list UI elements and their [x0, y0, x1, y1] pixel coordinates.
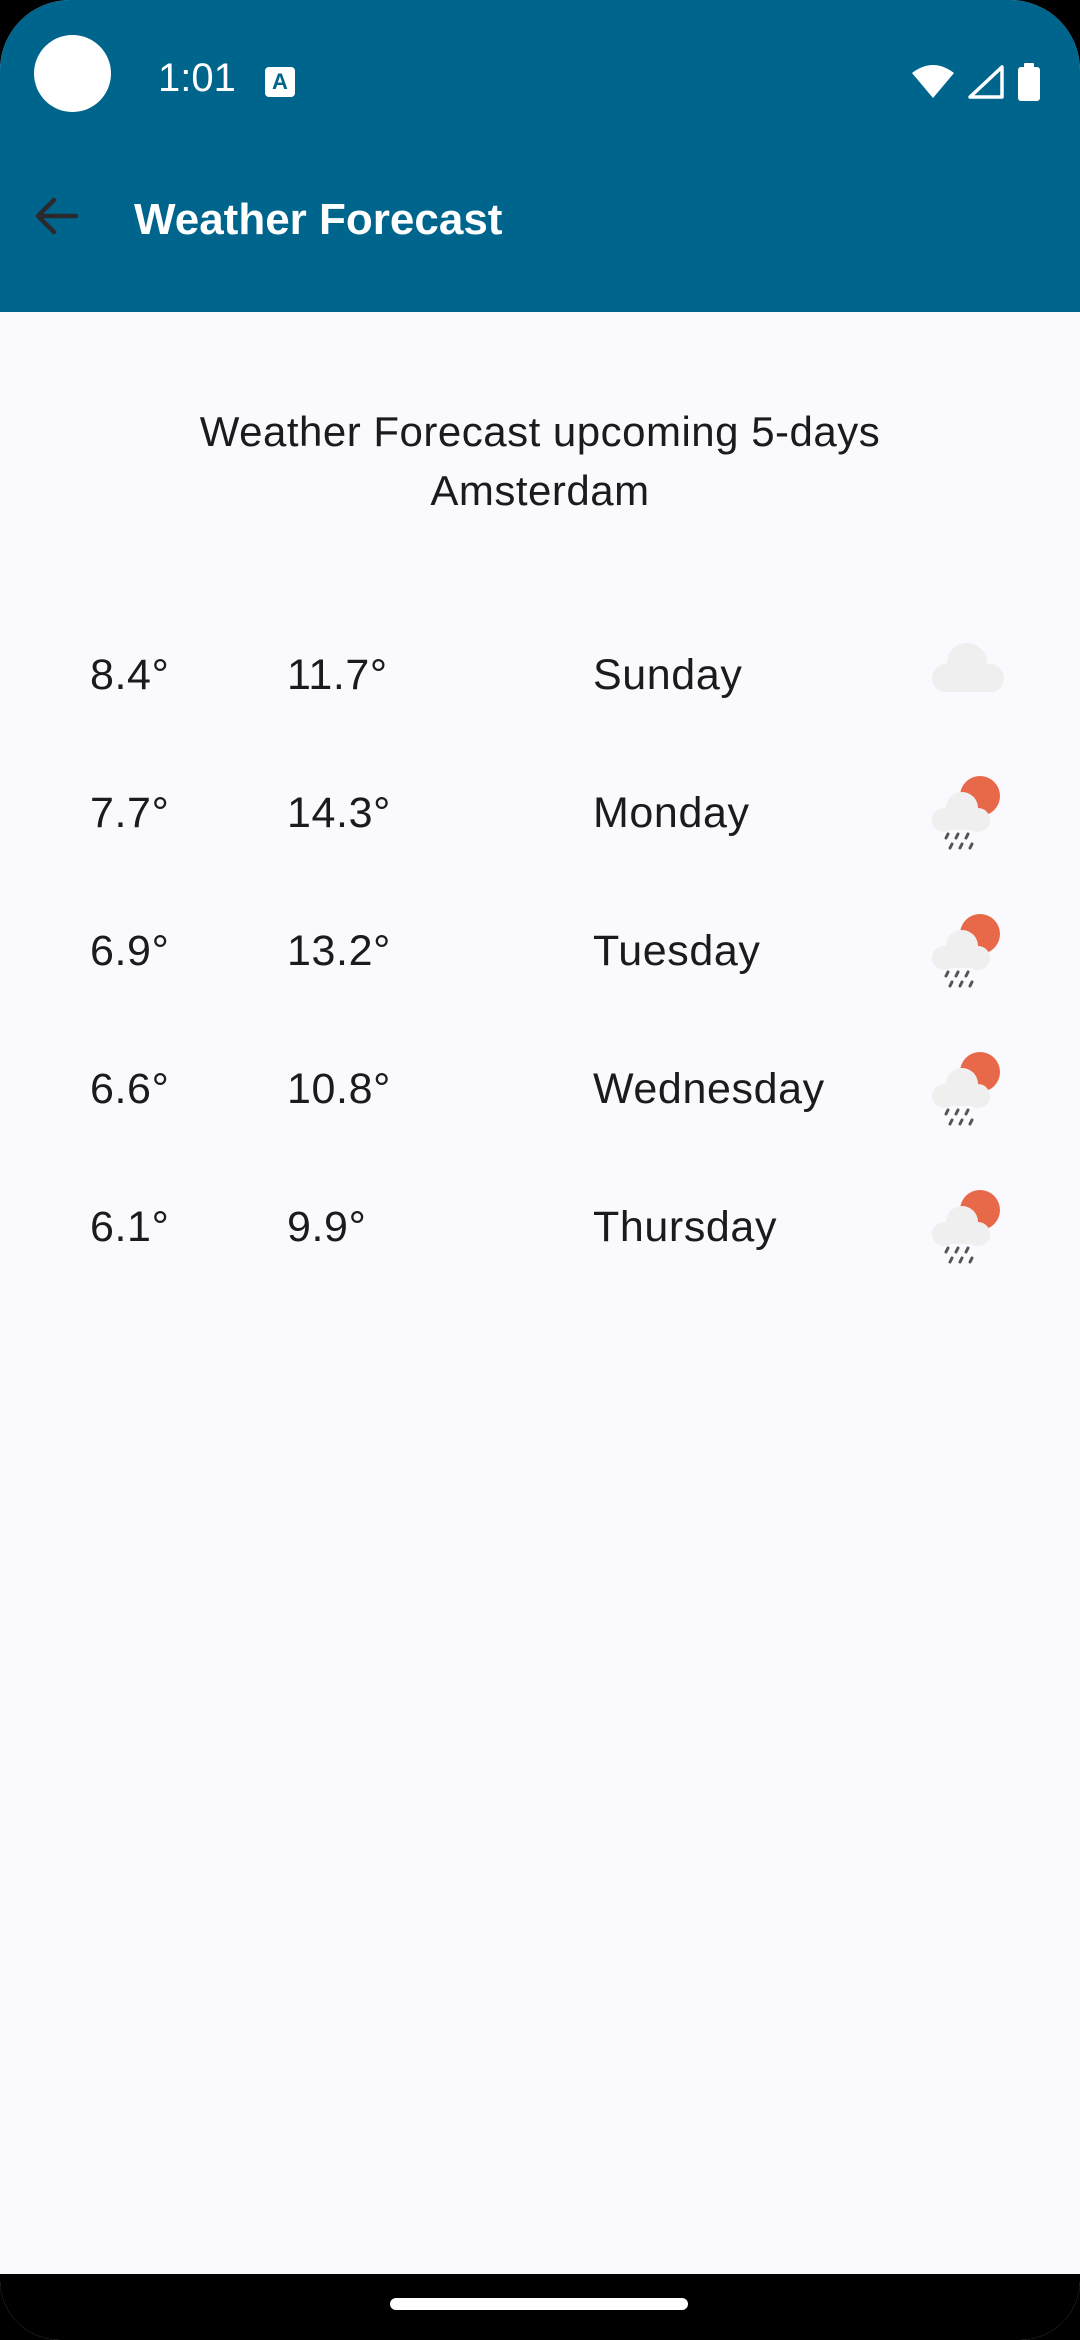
day-name: Wednesday	[593, 1065, 825, 1113]
forecast-row: 7.7° 14.3° Monday	[0, 768, 1080, 906]
day-name: Tuesday	[593, 927, 761, 975]
max-temperature: 13.2°	[287, 927, 391, 975]
sun-rain-cloud-icon	[932, 914, 1000, 988]
status-time: 1:01	[158, 56, 236, 100]
status-icons	[912, 62, 1040, 102]
min-temperature: 6.6°	[90, 1065, 170, 1113]
day-name: Sunday	[593, 651, 743, 699]
day-name: Thursday	[593, 1203, 778, 1251]
forecast-row: 6.6° 10.8° Wednesday	[0, 1044, 1080, 1182]
forecast-row: 6.9° 13.2° Tuesday	[0, 906, 1080, 1044]
max-temperature: 14.3°	[287, 789, 391, 837]
status-bar: 1:01 A	[0, 0, 1080, 140]
phone-screen: 1:01 A Weather Forecast Weather Forecast…	[0, 0, 1080, 2340]
battery-icon	[1018, 63, 1040, 101]
forecast-list: 8.4° 11.7° Sunday 7.7° 14.3° Monday 6.9°…	[0, 630, 1080, 1320]
sun-rain-cloud-icon	[932, 1052, 1000, 1126]
app-bar-title: Weather Forecast	[134, 195, 503, 244]
min-temperature: 7.7°	[90, 789, 170, 837]
forecast-row: 6.1° 9.9° Thursday	[0, 1182, 1080, 1320]
max-temperature: 9.9°	[287, 1203, 367, 1251]
heading-city: Amsterdam	[430, 467, 650, 514]
min-temperature: 6.1°	[90, 1203, 170, 1251]
max-temperature: 11.7°	[287, 651, 388, 699]
max-temperature: 10.8°	[287, 1065, 391, 1113]
sun-rain-cloud-icon	[932, 776, 1000, 850]
forecast-row: 8.4° 11.7° Sunday	[0, 630, 1080, 768]
sun-rain-cloud-icon	[932, 1190, 1000, 1264]
gesture-handle[interactable]	[390, 2298, 688, 2310]
min-temperature: 6.9°	[90, 927, 170, 975]
arrow-back-icon	[35, 197, 79, 235]
back-button[interactable]	[20, 180, 92, 252]
notification-icon: A	[265, 67, 295, 97]
camera-cutout	[34, 35, 111, 112]
forecast-heading: Weather Forecast upcoming 5-days Amsterd…	[0, 402, 1080, 520]
day-name: Monday	[593, 789, 750, 837]
min-temperature: 8.4°	[90, 651, 170, 699]
heading-title: Weather Forecast upcoming 5-days	[199, 408, 881, 455]
cellular-signal-icon	[968, 65, 1004, 99]
cloud-icon	[932, 643, 1004, 692]
app-bar: Weather Forecast	[0, 140, 1080, 312]
wifi-icon	[912, 65, 954, 98]
